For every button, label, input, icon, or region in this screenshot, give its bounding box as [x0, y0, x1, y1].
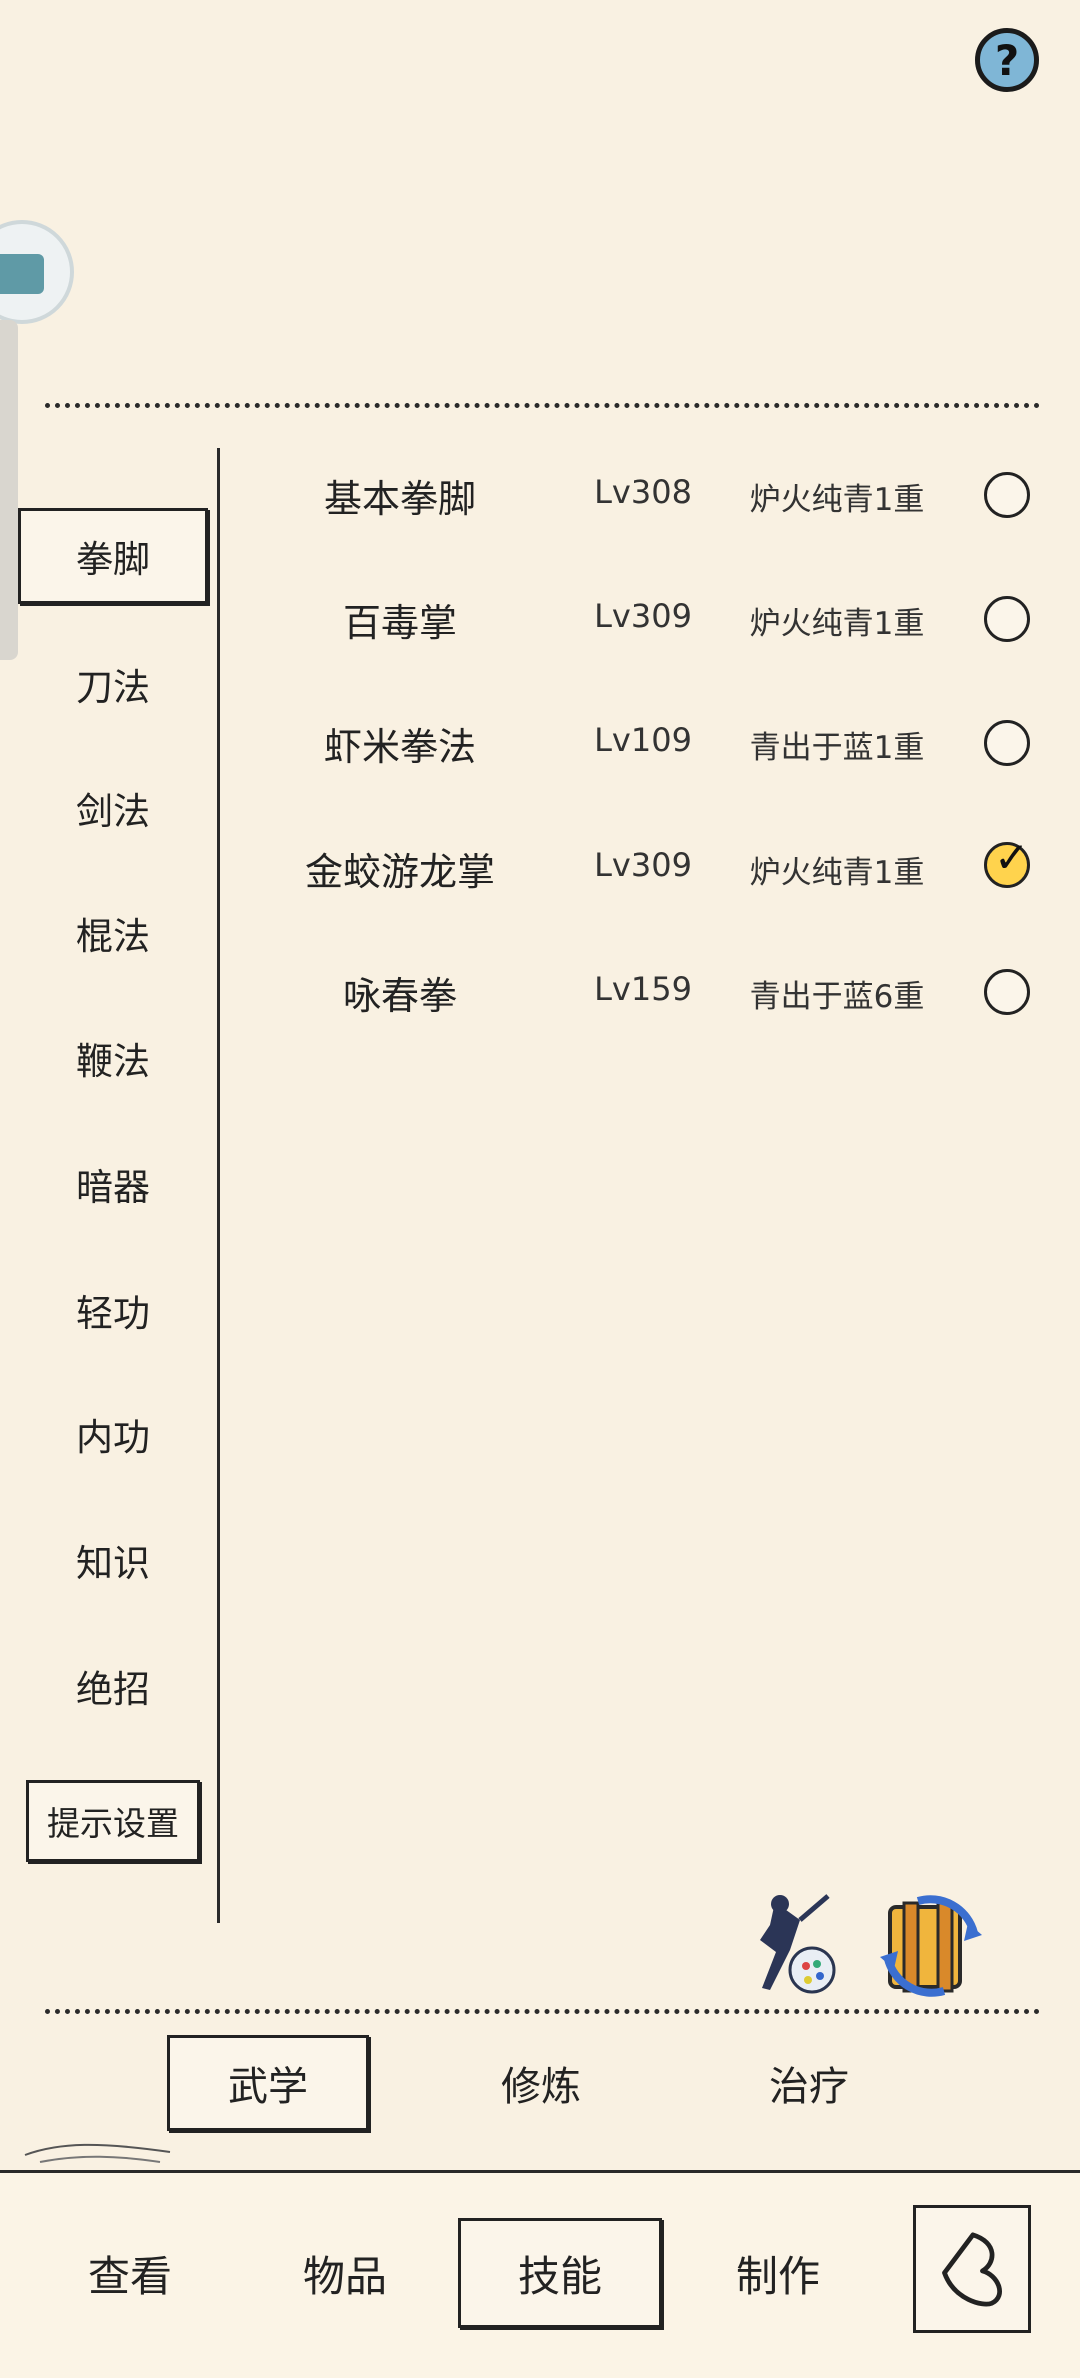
skill-select-radio[interactable]: [984, 472, 1030, 518]
category-zhishi[interactable]: 知识: [18, 1512, 208, 1608]
skill-name: 咏春拳: [342, 974, 457, 1018]
category-daofa[interactable]: 刀法: [18, 636, 208, 732]
skill-rank: 炉火纯青1重: [749, 606, 925, 642]
subtab-wuxue[interactable]: 武学: [167, 2035, 369, 2131]
skill-select-radio[interactable]: [984, 720, 1030, 766]
category-anqi[interactable]: 暗器: [18, 1136, 208, 1232]
back-arrow-icon: [942, 2232, 1002, 2307]
category-jianfa[interactable]: 剑法: [18, 760, 208, 856]
back-button[interactable]: [913, 2205, 1031, 2333]
skill-name: 基本拳脚: [323, 477, 476, 521]
martial-artist-icon[interactable]: [740, 1890, 840, 2000]
help-button[interactable]: ?: [975, 28, 1039, 92]
floating-assistant-icon[interactable]: [0, 220, 74, 324]
subtab-zhiliao[interactable]: 治疗: [708, 2035, 910, 2131]
skill-rank: 青出于蓝6重: [749, 979, 925, 1015]
category-bianfa[interactable]: 鞭法: [18, 1010, 208, 1106]
skill-name: 金蛟游龙掌: [304, 850, 495, 894]
edge-handle[interactable]: [0, 320, 18, 660]
skill-rank: 炉火纯青1重: [749, 482, 925, 518]
skill-select-radio-checked[interactable]: ✓: [984, 837, 1030, 888]
skill-level: Lv308: [594, 473, 692, 511]
skill-rank: 青出于蓝1重: [749, 730, 925, 766]
category-juezhao[interactable]: 绝招: [18, 1638, 208, 1734]
nav-view[interactable]: 查看: [40, 2218, 220, 2328]
skill-rank: 炉火纯青1重: [749, 855, 925, 891]
vertical-divider: [217, 448, 220, 1923]
bottom-dotted-divider: [45, 2009, 1040, 2014]
skill-select-radio[interactable]: [984, 969, 1030, 1015]
skill-name: 虾米拳法: [323, 725, 476, 769]
subtab-xiulian[interactable]: 修炼: [440, 2035, 642, 2131]
skill-level: Lv109: [594, 721, 692, 759]
nav-skills[interactable]: 技能: [458, 2218, 662, 2328]
scroll-exchange-icon[interactable]: [878, 1893, 984, 1999]
category-gunfa[interactable]: 棍法: [18, 885, 208, 981]
skill-select-radio[interactable]: [984, 596, 1030, 642]
skill-level: Lv309: [594, 597, 692, 635]
hint-settings-button[interactable]: 提示设置: [26, 1780, 200, 1862]
nav-craft[interactable]: 制作: [688, 2218, 868, 2328]
skill-name: 百毒掌: [342, 601, 457, 645]
nav-items[interactable]: 物品: [255, 2218, 435, 2328]
category-quanjiao[interactable]: 拳脚: [18, 508, 208, 604]
skill-level: Lv159: [594, 970, 692, 1008]
brush-stroke-decoration: [24, 2143, 171, 2163]
category-qinggong[interactable]: 轻功: [18, 1262, 208, 1358]
skill-level: Lv309: [594, 846, 692, 884]
help-icon: ?: [994, 35, 1020, 85]
top-dotted-divider: [45, 403, 1040, 408]
category-neigong[interactable]: 内功: [18, 1386, 208, 1482]
check-icon: ✓: [994, 833, 1030, 882]
